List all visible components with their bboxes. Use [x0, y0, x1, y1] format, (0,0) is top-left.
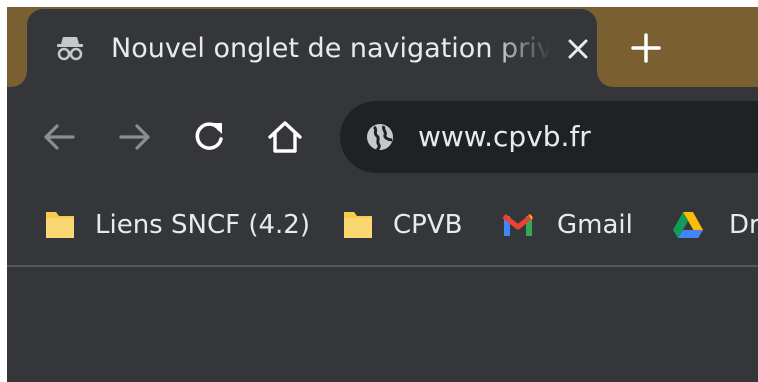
tab-strip: Nouvel onglet de navigation privée [7, 7, 758, 87]
gmail-icon [502, 214, 534, 236]
folder-icon [344, 212, 372, 238]
incognito-icon [57, 37, 83, 61]
bookmark-label: Liens SNCF (4.2) [95, 210, 310, 240]
browser-window: Nouvel onglet de navigation privée www.c… [7, 7, 758, 382]
bookmark-label: Dr [729, 210, 758, 240]
tab-title: Nouvel onglet de navigation privée [111, 33, 551, 64]
address-bar[interactable]: www.cpvb.fr [340, 101, 758, 173]
bookmark-label: CPVB [393, 210, 463, 240]
bookmark-gmail[interactable]: Gmail [501, 205, 641, 245]
bookmark-label: Gmail [557, 210, 633, 240]
toolbar: www.cpvb.fr [7, 87, 758, 187]
bookmark-cpvb[interactable]: CPVB [341, 205, 471, 245]
close-icon[interactable] [564, 35, 592, 63]
bookmark-liens-sncf[interactable]: Liens SNCF (4.2) [43, 205, 313, 245]
reload-icon[interactable] [189, 117, 229, 157]
tab-active[interactable]: Nouvel onglet de navigation privée [27, 9, 597, 87]
plus-icon[interactable] [629, 31, 663, 65]
folder-icon [46, 212, 74, 238]
google-drive-icon [673, 212, 703, 238]
globe-icon[interactable] [364, 121, 396, 153]
home-icon[interactable] [265, 117, 305, 157]
bookmarks-bar: Liens SNCF (4.2) CPVB Gmail Dr [7, 187, 758, 265]
arrow-right-icon[interactable] [115, 117, 155, 157]
url-text[interactable]: www.cpvb.fr [418, 117, 591, 157]
arrow-left-icon[interactable] [39, 117, 79, 157]
page-content [7, 267, 758, 382]
bookmark-drive[interactable]: Dr [671, 205, 758, 245]
